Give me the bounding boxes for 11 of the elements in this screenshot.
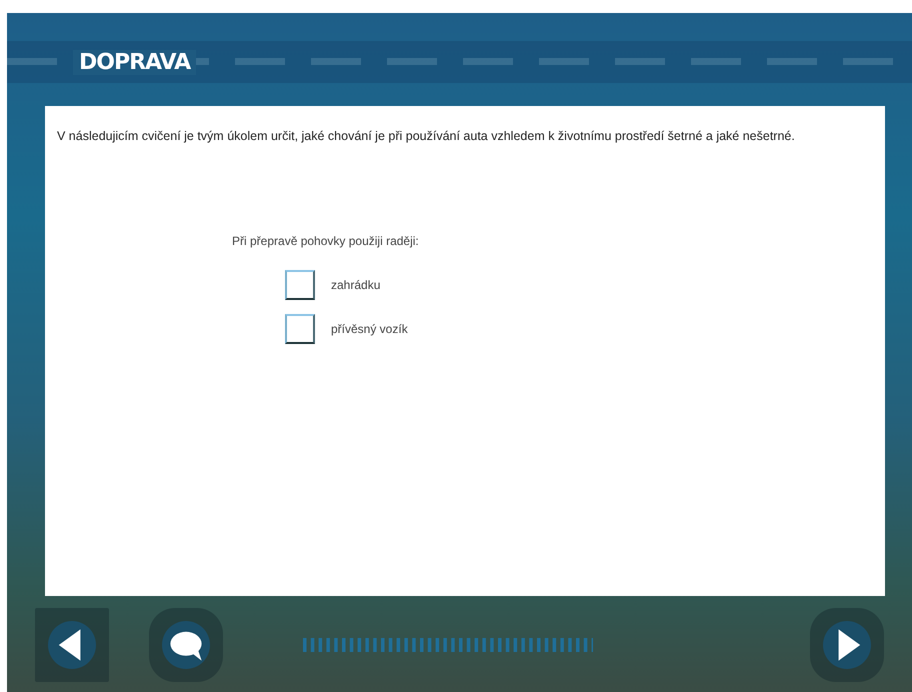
question-text: Při přepravě pohovky použiji raději:: [232, 234, 420, 248]
instructions-text: V následujicím cvičení je tvým úkolem určit, jaké chování je při používání auta vzhledem k životnímu prostředí šetrné a jaké nešetrné.: [57, 128, 796, 145]
back-button[interactable]: [35, 608, 109, 682]
option-label: přívěsný vozík: [331, 322, 408, 336]
checkbox[interactable]: [285, 314, 315, 344]
checkbox[interactable]: [285, 270, 315, 300]
next-button[interactable]: [810, 608, 884, 682]
comment-button[interactable]: [149, 608, 223, 682]
page-title: DOPRAVA: [73, 50, 196, 74]
speech-bubble-icon: [162, 621, 210, 669]
option-label: zahrádku: [331, 278, 380, 292]
